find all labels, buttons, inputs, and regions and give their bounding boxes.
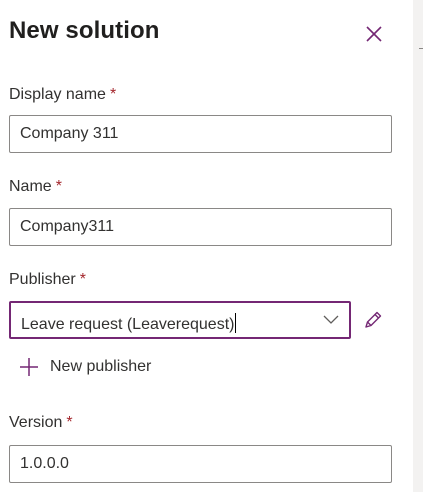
new-publisher-button[interactable]: New publisher <box>18 355 151 379</box>
required-mark: * <box>66 414 73 431</box>
name-field[interactable] <box>9 208 392 246</box>
background-page-strip <box>413 0 423 492</box>
publisher-dropdown[interactable]: Leave request (Leaverequest) <box>9 301 351 339</box>
plus-icon <box>20 358 38 376</box>
close-icon <box>366 26 382 42</box>
name-input[interactable] <box>10 209 391 245</box>
new-solution-panel: New solution Display name* Name* Publish… <box>0 0 413 492</box>
edit-publisher-button[interactable] <box>362 309 384 331</box>
name-label: Name * <box>9 178 62 196</box>
publisher-dropdown-value: Leave request (Leaverequest) <box>21 313 237 334</box>
version-input[interactable] <box>10 446 391 482</box>
text-caret <box>235 313 237 333</box>
publisher-label: Publisher * <box>9 271 86 289</box>
close-button[interactable] <box>362 22 386 46</box>
version-label: Version * <box>9 414 73 432</box>
version-label-text: Version <box>9 414 63 431</box>
pencil-icon <box>365 311 382 328</box>
name-label-text: Name <box>9 178 52 195</box>
display-name-input[interactable] <box>10 116 391 152</box>
required-mark: * <box>109 86 117 103</box>
scroll-tick <box>419 48 423 49</box>
display-name-label-text: Display name <box>9 86 106 103</box>
publisher-selected-text: Leave request (Leaverequest) <box>21 316 235 333</box>
panel-title: New solution <box>9 17 160 44</box>
required-mark: * <box>79 271 86 288</box>
version-field[interactable] <box>9 445 392 483</box>
display-name-field[interactable] <box>9 115 392 153</box>
required-mark: * <box>55 178 62 195</box>
new-publisher-label: New publisher <box>50 358 152 375</box>
display-name-label: Display name * <box>9 86 116 104</box>
chevron-down-icon <box>323 315 339 324</box>
publisher-label-text: Publisher <box>9 271 76 288</box>
